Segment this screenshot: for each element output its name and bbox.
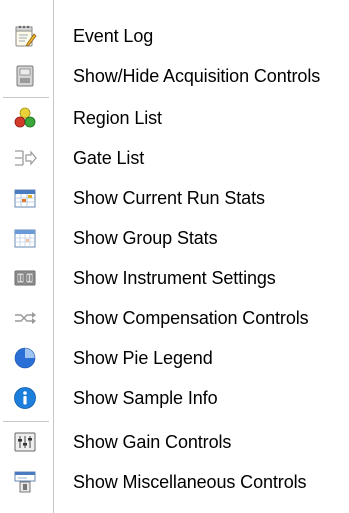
menu-item-miscellaneous-controls[interactable]: Show Miscellaneous Controls [0,462,349,502]
menu-item-label: Event Log [73,25,154,46]
menu-item-label: Show Current Run Stats [73,187,265,208]
menu-item-label: Region List [73,107,162,128]
menu-item-compensation-controls[interactable]: Show Compensation Controls [0,298,349,338]
menu-item-label: Show Compensation Controls [73,307,309,328]
menu-item-group-stats[interactable]: Show Group Stats [0,218,349,258]
menu-item-gain-controls[interactable]: Show Gain Controls [0,422,349,462]
menu-item-label: Gate List [73,147,145,168]
acquisition-device-icon [13,64,37,88]
group-stats-grid-icon [13,226,37,250]
menu-item-label: Show Instrument Settings [73,267,276,288]
region-circles-icon [13,106,37,130]
instrument-settings-icon [13,266,37,290]
menu-item-label: Show Gain Controls [73,431,232,452]
notepad-icon [13,24,37,48]
menu-item-label: Show Group Stats [73,227,218,248]
view-menu: Event Log Show/Hide Acquisition Controls… [0,0,349,513]
run-stats-calendar-icon [13,186,37,210]
menu-item-pie-legend[interactable]: Show Pie Legend [0,338,349,378]
menu-item-current-run-stats[interactable]: Show Current Run Stats [0,178,349,218]
menu-item-region-list[interactable]: Region List [0,98,349,138]
misc-controls-icon [13,470,37,494]
menu-item-label: Show Sample Info [73,387,218,408]
menu-item-sample-info[interactable]: Show Sample Info [0,378,349,418]
pie-chart-icon [13,346,37,370]
gate-icon [13,146,37,170]
menu-item-event-log[interactable]: Event Log [0,16,349,56]
menu-item-label: Show Pie Legend [73,347,213,368]
menu-item-acquisition-controls[interactable]: Show/Hide Acquisition Controls [0,56,349,96]
sliders-icon [13,430,37,454]
menu-item-label: Show Miscellaneous Controls [73,471,307,492]
menu-item-gate-list[interactable]: Gate List [0,138,349,178]
compensation-arrows-icon [13,306,37,330]
info-icon [13,386,37,410]
menu-item-label: Show/Hide Acquisition Controls [73,65,321,86]
menu-item-instrument-settings[interactable]: Show Instrument Settings [0,258,349,298]
